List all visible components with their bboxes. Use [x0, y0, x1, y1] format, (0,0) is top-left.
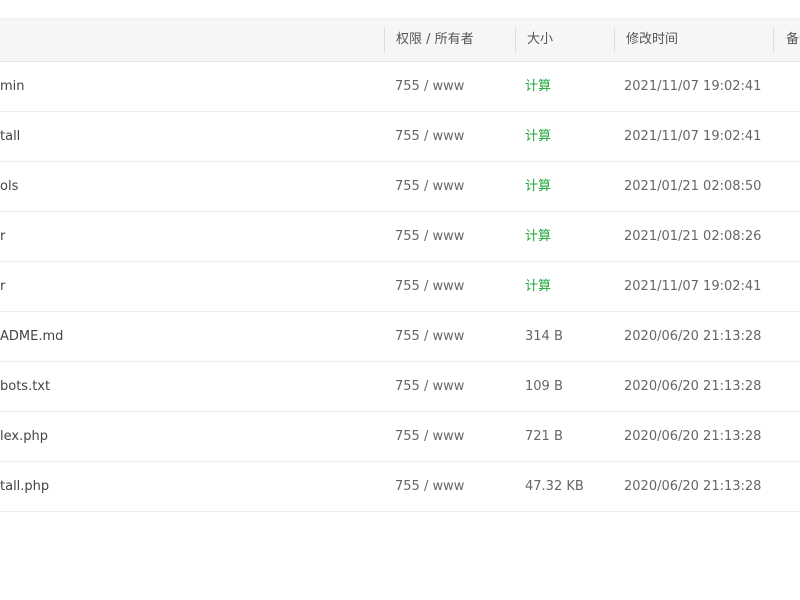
file-name[interactable]: r [0, 262, 380, 311]
file-modified-time: 2020/06/20 21:13:28 [624, 479, 762, 494]
file-permissions[interactable]: 755 / www [395, 62, 510, 111]
file-modified-time: 2021/11/07 19:02:41 [624, 279, 762, 294]
file-name[interactable]: lex.php [0, 412, 380, 461]
header-modified[interactable]: 修改时间 [626, 19, 766, 61]
calculate-size-link[interactable]: 计算 [525, 62, 610, 111]
column-divider[interactable] [384, 28, 385, 52]
file-size: 314 B [525, 329, 563, 344]
table-row[interactable]: tall.php 755 / www 47.32 KB 2020/06/20 2… [0, 462, 800, 512]
table-row[interactable]: ADME.md 755 / www 314 B 2020/06/20 21:13… [0, 312, 800, 362]
header-note[interactable]: 备注 [786, 19, 800, 61]
table-row[interactable]: tall 755 / www 计算 2021/11/07 19:02:41 [0, 112, 800, 162]
file-name[interactable]: ols [0, 162, 380, 211]
column-divider[interactable] [515, 28, 516, 52]
calculate-size-link[interactable]: 计算 [525, 262, 610, 311]
header-name[interactable] [0, 19, 380, 61]
file-permissions[interactable]: 755 / www [395, 112, 510, 161]
header-size[interactable]: 大小 [527, 19, 612, 61]
file-table: 权限 / 所有者 大小 修改时间 备注 min 755 / www 计算 202… [0, 18, 800, 512]
table-row[interactable]: min 755 / www 计算 2021/11/07 19:02:41 [0, 62, 800, 112]
column-divider[interactable] [773, 28, 774, 52]
table-row[interactable]: r 755 / www 计算 2021/11/07 19:02:41 [0, 262, 800, 312]
file-size: 47.32 KB [525, 479, 584, 494]
table-header: 权限 / 所有者 大小 修改时间 备注 [0, 19, 800, 62]
file-name[interactable]: tall [0, 112, 380, 161]
file-modified-time: 2021/01/21 02:08:26 [624, 229, 762, 244]
file-name[interactable]: bots.txt [0, 362, 380, 411]
file-modified-time: 2020/06/20 21:13:28 [624, 379, 762, 394]
file-permissions[interactable]: 755 / www [395, 462, 510, 511]
file-permissions[interactable]: 755 / www [395, 412, 510, 461]
calculate-size-link[interactable]: 计算 [525, 112, 610, 161]
table-row[interactable]: lex.php 755 / www 721 B 2020/06/20 21:13… [0, 412, 800, 462]
header-permissions[interactable]: 权限 / 所有者 [396, 19, 511, 61]
file-modified-time: 2020/06/20 21:13:28 [624, 429, 762, 444]
file-modified-time: 2021/01/21 02:08:50 [624, 179, 762, 194]
file-permissions[interactable]: 755 / www [395, 162, 510, 211]
column-divider[interactable] [614, 28, 615, 52]
file-name[interactable]: min [0, 62, 380, 111]
calculate-size-link[interactable]: 计算 [525, 212, 610, 261]
file-name[interactable]: ADME.md [0, 312, 380, 361]
file-modified-time: 2020/06/20 21:13:28 [624, 329, 762, 344]
file-size: 721 B [525, 429, 563, 444]
file-permissions[interactable]: 755 / www [395, 362, 510, 411]
file-name[interactable]: r [0, 212, 380, 261]
file-permissions[interactable]: 755 / www [395, 312, 510, 361]
file-permissions[interactable]: 755 / www [395, 212, 510, 261]
table-row[interactable]: ols 755 / www 计算 2021/01/21 02:08:50 [0, 162, 800, 212]
file-size: 109 B [525, 379, 563, 394]
table-row[interactable]: bots.txt 755 / www 109 B 2020/06/20 21:1… [0, 362, 800, 412]
calculate-size-link[interactable]: 计算 [525, 162, 610, 211]
file-modified-time: 2021/11/07 19:02:41 [624, 79, 762, 94]
table-row[interactable]: r 755 / www 计算 2021/01/21 02:08:26 [0, 212, 800, 262]
file-permissions[interactable]: 755 / www [395, 262, 510, 311]
file-manager-page: 权限 / 所有者 大小 修改时间 备注 min 755 / www 计算 202… [0, 0, 800, 600]
file-name[interactable]: tall.php [0, 462, 380, 511]
table-body: min 755 / www 计算 2021/11/07 19:02:41 tal… [0, 62, 800, 512]
file-modified-time: 2021/11/07 19:02:41 [624, 129, 762, 144]
